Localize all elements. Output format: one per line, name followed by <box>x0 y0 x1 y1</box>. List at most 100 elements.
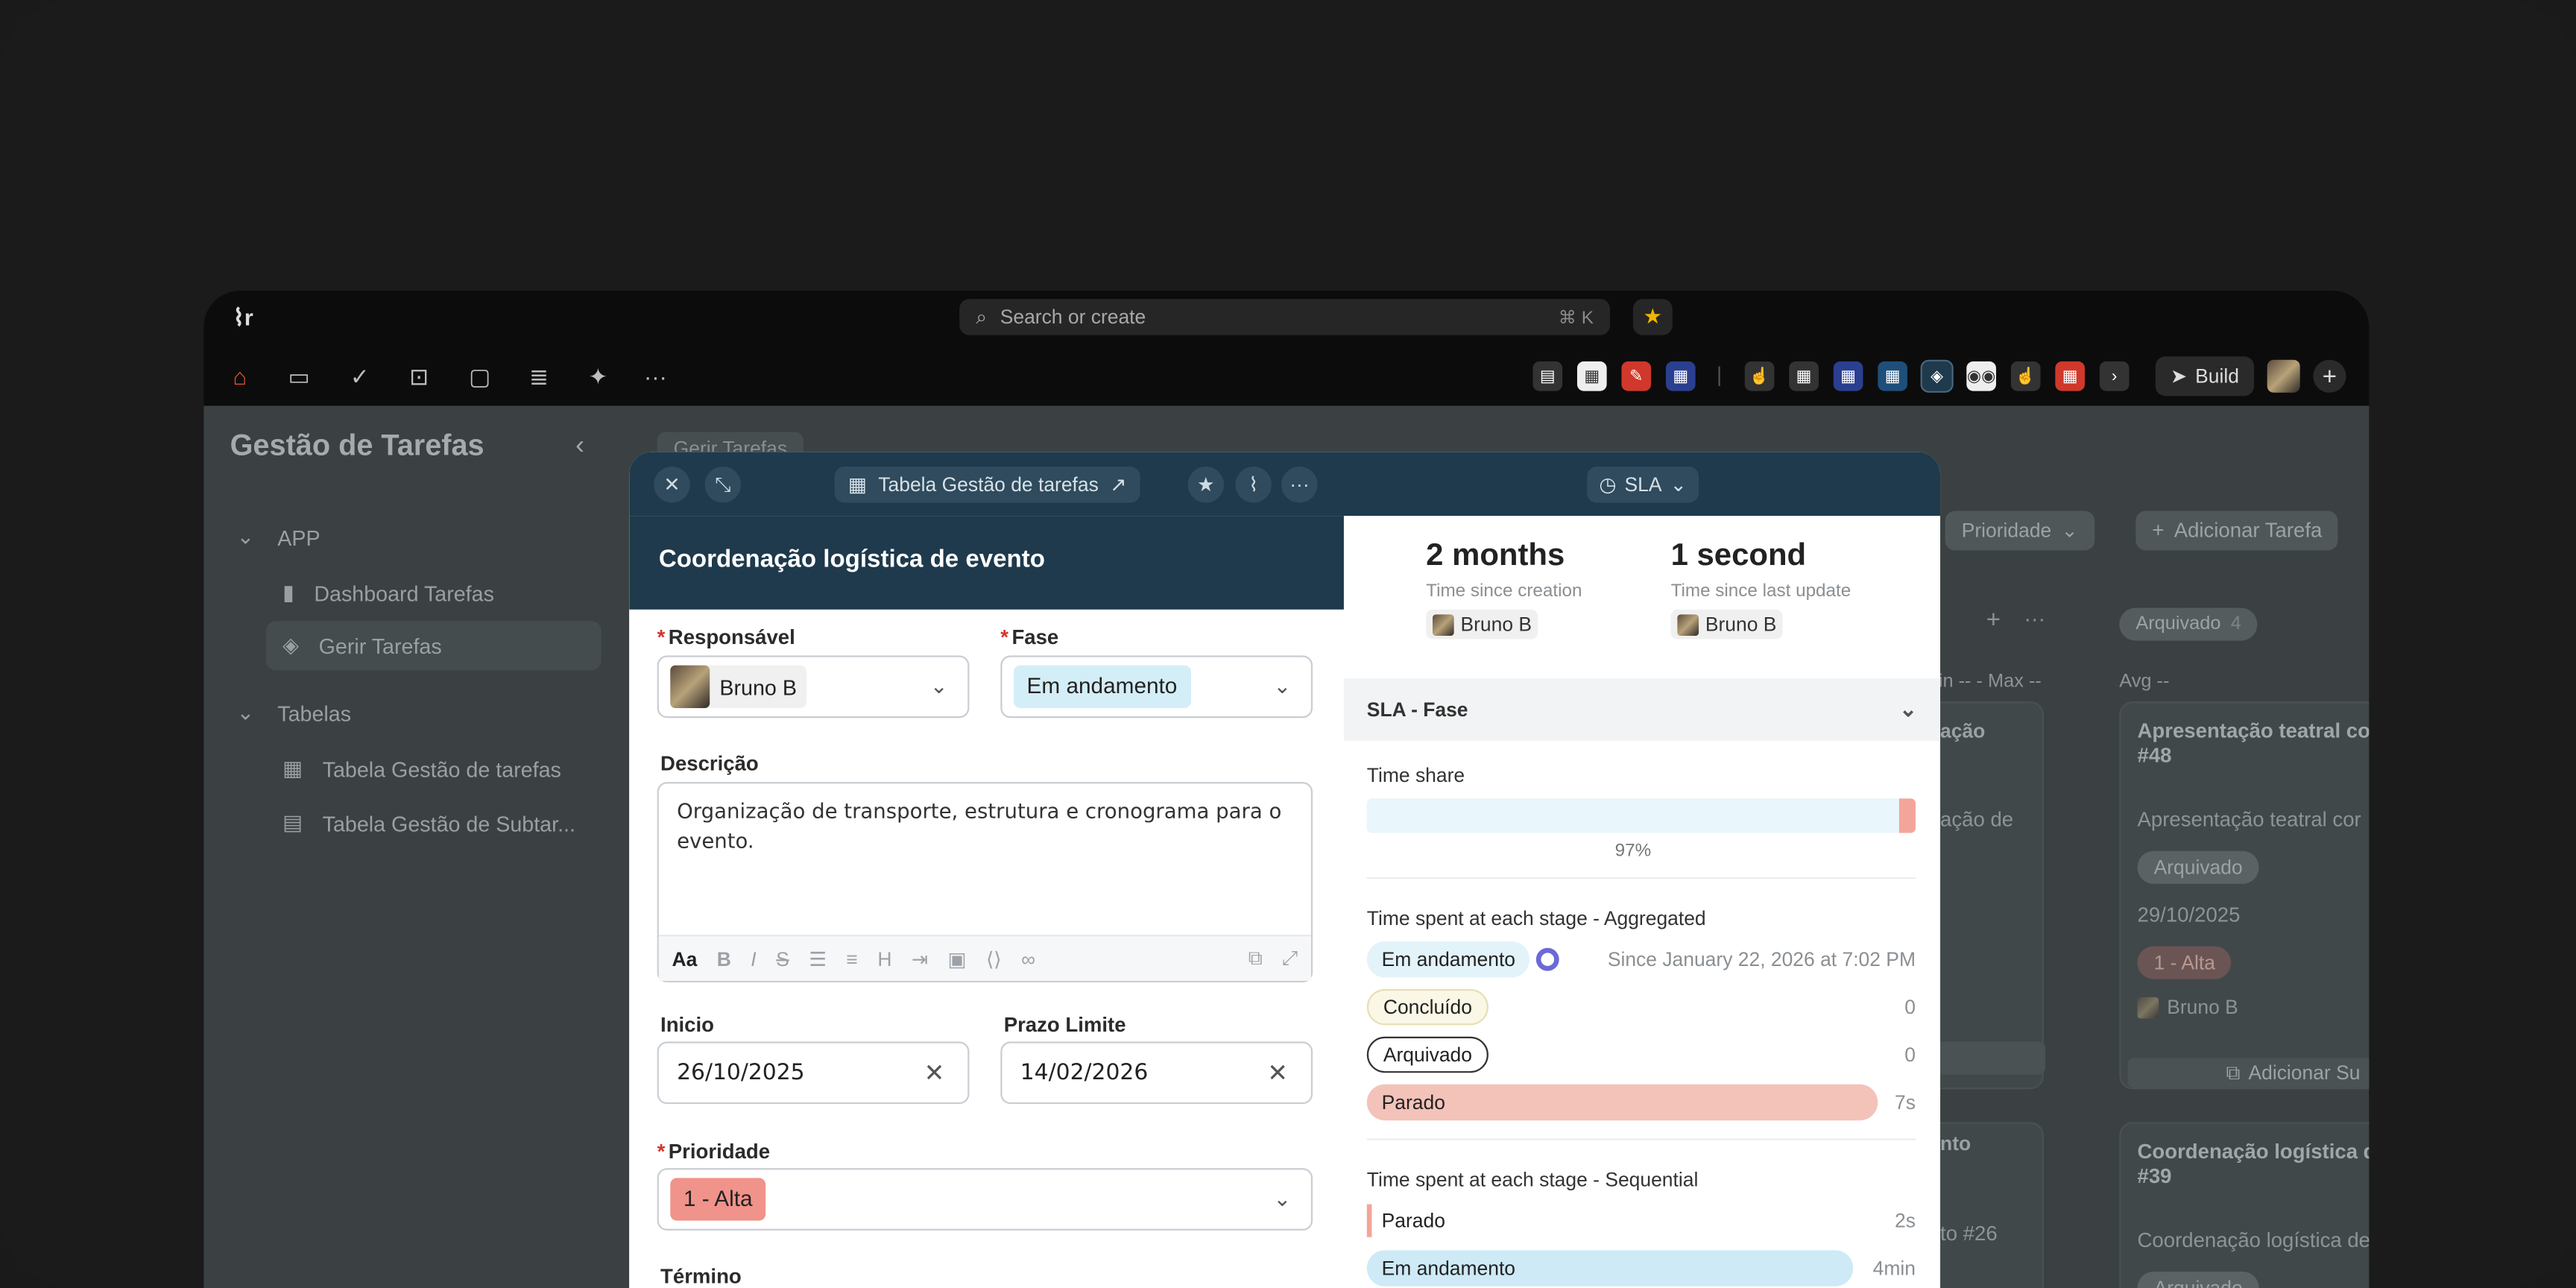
layers-app-icon[interactable]: ◈ <box>1920 359 1954 393</box>
blocks-blue-app-icon[interactable]: ▦ <box>1878 361 1907 391</box>
strikethrough-icon[interactable]: S <box>776 947 789 970</box>
kanban-card[interactable]: Apresentação teatral cor #48 Apresentação… <box>2119 701 2370 1090</box>
indent-icon[interactable]: ⇥ <box>912 947 928 970</box>
document-icon[interactable]: ≣ <box>521 358 557 394</box>
italic-icon[interactable]: I <box>751 947 756 970</box>
blocks-app-icon[interactable]: ▦ <box>1833 361 1863 391</box>
priority-filter-button[interactable]: Prioridade ⌄ <box>1945 511 2094 551</box>
code-block-icon[interactable]: ▣ <box>948 947 967 970</box>
time-share-fill <box>1366 798 1899 833</box>
bar-chart-icon: ▮ <box>282 580 294 605</box>
card-user: Bruno B <box>2137 996 2238 1019</box>
sidebar-item-gerir-tarefas[interactable]: ◈ Gerir Tarefas <box>266 621 602 671</box>
pointer-app-icon[interactable]: ☝ <box>2010 361 2041 391</box>
chevron-down-icon: ⌄ <box>1899 696 1918 722</box>
more-icon[interactable]: ··· <box>1281 466 1318 503</box>
sidebar: Gestão de Tarefas ‹ ⌄ APP ▮ Dashboard Ta… <box>203 405 618 1288</box>
hand-app-icon[interactable]: ☝ <box>1744 361 1775 391</box>
sidebar-section-app[interactable]: ⌄ APP <box>236 524 320 550</box>
sidebar-item-label: Gerir Tarefas <box>318 633 442 658</box>
table-link-button[interactable]: ▦ Tabela Gestão de tarefas ↗ <box>834 466 1140 503</box>
search-bar[interactable]: ⌕ Search or create ⌘ K <box>959 299 1611 335</box>
inbox-icon[interactable]: ⊡ <box>401 358 437 394</box>
table-app-icon[interactable]: ▦ <box>1789 361 1819 391</box>
avatar <box>670 665 710 708</box>
sla-dropdown[interactable]: ◷ SLA ⌄ <box>1587 466 1699 503</box>
clear-icon[interactable]: ✕ <box>924 1058 945 1087</box>
kanban-card-2[interactable]: Coordenação logística d #39 Coordenação l… <box>2119 1122 2370 1288</box>
heading-icon[interactable]: H <box>877 947 891 970</box>
folder-icon[interactable]: ▭ <box>281 358 317 394</box>
plus-icon: + <box>2152 519 2165 543</box>
inicio-date-field[interactable]: 26/10/2025 ✕ <box>657 1041 970 1105</box>
column-add-icon[interactable]: + <box>1986 606 2001 634</box>
search-icon: ⌕ <box>976 304 988 328</box>
link-icon[interactable]: ∞ <box>1021 947 1035 970</box>
sparkle-icon[interactable]: ✦ <box>580 358 616 394</box>
calendar-app-icon[interactable]: ▤ <box>1532 361 1563 391</box>
sidebar-section-tabelas[interactable]: ⌄ Tabelas <box>236 700 351 726</box>
app-logo-icon[interactable]: ⌇r <box>227 300 259 333</box>
sidebar-item-label: Tabela Gestão de Subtar... <box>322 810 575 836</box>
layers-icon: ◈ <box>282 632 300 657</box>
copy-icon[interactable]: ⧉ <box>1248 947 1263 971</box>
sidebar-item-label: Dashboard Tarefas <box>314 581 494 606</box>
search-shortcut: ⌘ K <box>1558 308 1594 328</box>
red-grid-app-icon[interactable]: ▦ <box>2055 361 2086 391</box>
grid-app-icon[interactable]: ▦ <box>1665 361 1696 391</box>
stage-pill-arquivado: Arquivado <box>1366 1036 1489 1073</box>
sidebar-item-dashboard-tarefas[interactable]: ▮ Dashboard Tarefas <box>266 569 602 618</box>
table-icon: ▦ <box>847 473 867 496</box>
font-size-button[interactable]: Aa <box>672 947 697 970</box>
clear-icon[interactable]: ✕ <box>1267 1058 1288 1087</box>
collapse-sidebar-icon[interactable]: ‹ <box>565 432 595 462</box>
sidebar-item-tabela-gestao-tarefas[interactable]: ▦ Tabela Gestão de tarefas <box>266 744 602 793</box>
calculator-app-icon[interactable]: ▦ <box>1576 361 1607 391</box>
descricao-editor[interactable]: Organização de transporte, estrutura e c… <box>657 782 1313 983</box>
prazo-label: Prazo Limite <box>1003 1013 1126 1037</box>
build-label: Build <box>2195 364 2239 388</box>
fase-select[interactable]: Em andamento ⌄ <box>1000 655 1313 719</box>
fase-label: * Fase <box>1000 625 1059 649</box>
sidebar-item-tabela-gestao-subtarefas[interactable]: ▤ Tabela Gestão de Subtar... <box>266 798 602 847</box>
card-date: 29/10/2025 <box>2137 903 2241 927</box>
check-circle-icon[interactable]: ✓ <box>341 358 377 394</box>
termino-label: Término <box>660 1265 742 1288</box>
minimize-icon[interactable]: ⤡ <box>704 466 742 503</box>
star-icon[interactable]: ★ <box>1187 466 1225 503</box>
add-icon[interactable]: + <box>2313 359 2346 393</box>
stage-value: 7s <box>1895 1090 1916 1114</box>
code-icon[interactable]: ⟨⟩ <box>986 947 1002 970</box>
close-icon[interactable]: ✕ <box>654 466 690 503</box>
home-icon[interactable]: ⌂ <box>222 358 258 394</box>
add-subtask-button[interactable]: ⧉ Adicionar Su <box>2127 1058 2370 1088</box>
stage-value: 2s <box>1895 1209 1916 1233</box>
terminal-app-icon[interactable]: › <box>2099 361 2130 391</box>
expand-icon[interactable]: ⤢ <box>1282 947 1298 971</box>
numbered-list-icon[interactable]: ≡ <box>846 947 857 970</box>
responsavel-select[interactable]: Bruno B ⌄ <box>657 655 970 719</box>
descricao-label: Descrição <box>660 752 759 776</box>
feed-icon[interactable]: ⌇ <box>1235 466 1272 503</box>
modal-header: ✕ ⤡ ▦ Tabela Gestão de tarefas ↗ ★ ⌇ ···… <box>629 452 1941 517</box>
more-icon[interactable]: ··· <box>637 358 673 394</box>
table-icon: ▦ <box>282 755 303 780</box>
sla-fase-section-header[interactable]: SLA - Fase ⌄ <box>1343 678 1941 742</box>
favorites-star-icon[interactable]: ★ <box>1632 299 1673 335</box>
bold-icon[interactable]: B <box>717 947 731 970</box>
status-badge: Arquivado <box>2137 1271 2259 1288</box>
column-more-icon[interactable]: ··· <box>2024 606 2045 631</box>
prazo-date-field[interactable]: 14/02/2026 ✕ <box>1000 1041 1313 1105</box>
eyes-app-icon[interactable]: ◉◉ <box>1966 361 1996 391</box>
chat-icon[interactable]: ▢ <box>461 358 497 394</box>
add-task-button[interactable]: + Adicionar Tarefa <box>2135 511 2339 551</box>
bullet-list-icon[interactable]: ☰ <box>809 947 827 970</box>
pencil-app-icon[interactable]: ✎ <box>1621 361 1652 391</box>
sidebar-section-label: Tabelas <box>277 701 352 726</box>
prioridade-select[interactable]: 1 - Alta ⌄ <box>657 1168 1313 1231</box>
build-button[interactable]: ➤ Build <box>2155 356 2255 397</box>
descricao-text[interactable]: Organização de transporte, estrutura e c… <box>677 797 1295 856</box>
time-since-update-caption: Time since last update <box>1670 581 1852 602</box>
column-archived-badge: Arquivado 4 <box>2119 607 2258 641</box>
user-avatar[interactable] <box>2267 359 2300 393</box>
